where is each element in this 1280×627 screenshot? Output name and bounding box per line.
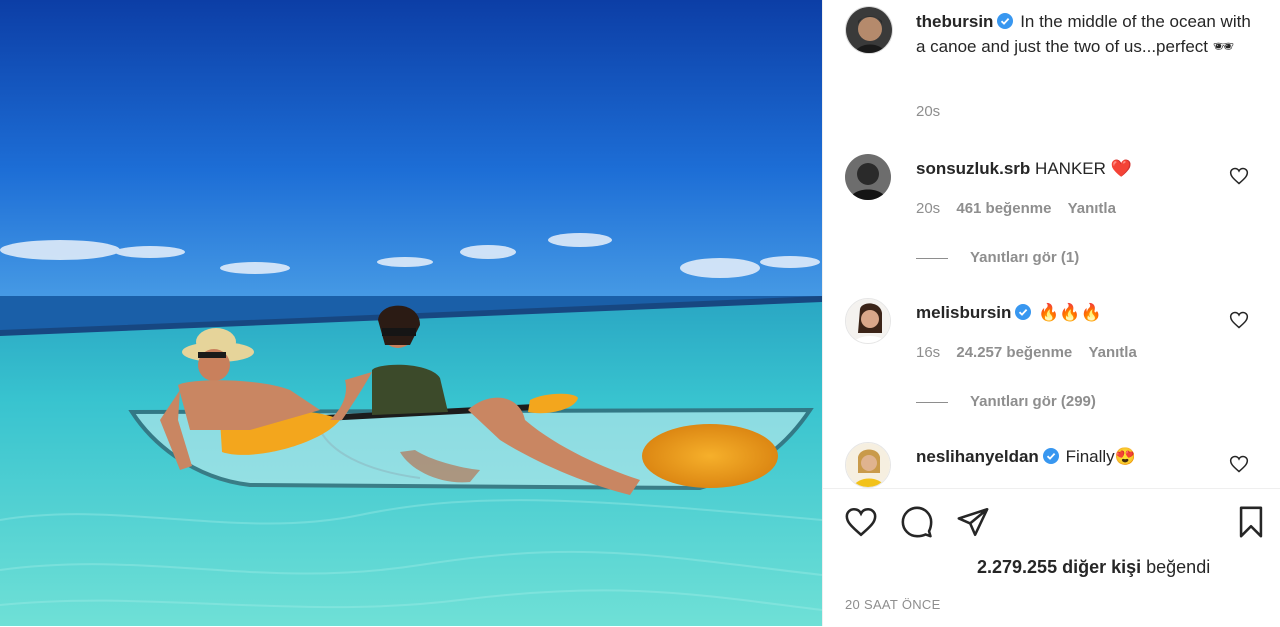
- comment-2-time[interactable]: 16s: [916, 344, 940, 361]
- comment-1-view-replies[interactable]: Yanıtları gör (1): [916, 249, 1079, 266]
- replies-divider: [916, 401, 948, 403]
- comment-1-text: HANKER ❤️: [1035, 159, 1132, 178]
- comment-2-username[interactable]: melisbursin: [916, 303, 1011, 322]
- comment-2: melisbursin 🔥🔥🔥: [916, 300, 1216, 325]
- commenter-avatar-image: [845, 154, 891, 200]
- comment-3-text: Finally😍: [1065, 447, 1136, 466]
- photo-canvas: [0, 0, 822, 626]
- author-avatar[interactable]: [845, 6, 893, 54]
- bookmark-icon[interactable]: [1234, 505, 1268, 539]
- comment-1-like-icon[interactable]: [1229, 166, 1249, 186]
- share-icon[interactable]: [956, 505, 990, 539]
- comment-2-text: 🔥🔥🔥: [1038, 303, 1102, 322]
- comment-1-likes[interactable]: 461 beğenme: [956, 200, 1051, 217]
- commenter-avatar-image: [846, 443, 890, 487]
- comment-1-meta: 20s 461 beğenme Yanıtla: [916, 200, 1116, 217]
- comment-1-time[interactable]: 20s: [916, 200, 940, 217]
- comment-2-like-icon[interactable]: [1229, 310, 1249, 330]
- comment-2-likes[interactable]: 24.257 beğenme: [956, 344, 1072, 361]
- commenter-avatar[interactable]: [845, 154, 891, 200]
- comment-icon[interactable]: [900, 505, 934, 539]
- comment-2-view-replies[interactable]: Yanıtları gör (299): [916, 393, 1096, 410]
- replies-divider: [916, 257, 948, 259]
- comment-2-view-replies-label[interactable]: Yanıtları gör (299): [970, 393, 1096, 410]
- post-caption: thebursin In the middle of the ocean wit…: [916, 9, 1261, 59]
- heart-icon[interactable]: [844, 505, 878, 539]
- likes-count[interactable]: 2.279.255: [977, 557, 1057, 577]
- verified-badge-icon: [1015, 304, 1032, 320]
- likes-summary[interactable]: 2.279.255 diğer kişi beğendi: [977, 557, 1210, 578]
- comment-3-like-icon[interactable]: [1229, 454, 1249, 474]
- comment-1-username[interactable]: sonsuzluk.srb: [916, 159, 1030, 178]
- verified-badge-icon: [1042, 448, 1059, 464]
- comment-3-username[interactable]: neslihanyeldan: [916, 447, 1039, 466]
- likes-suffix[interactable]: diğer kişi: [1062, 557, 1141, 577]
- verified-badge-icon: [997, 13, 1014, 29]
- comment-1-reply[interactable]: Yanıtla: [1068, 200, 1116, 217]
- author-username[interactable]: thebursin: [916, 12, 993, 31]
- post-timestamp[interactable]: 20 SAAT ÖNCE: [845, 597, 941, 612]
- commenter-avatar-image: [846, 299, 890, 343]
- post-time[interactable]: 20s: [916, 103, 940, 120]
- post-side-panel: thebursin In the middle of the ocean wit…: [822, 0, 1280, 627]
- commenter-avatar[interactable]: [845, 442, 891, 488]
- author-avatar-image: [846, 7, 892, 53]
- post-photo[interactable]: [0, 0, 822, 626]
- comment-3: neslihanyeldan Finally😍: [916, 444, 1216, 469]
- comment-2-meta: 16s 24.257 beğenme Yanıtla: [916, 344, 1137, 361]
- likes-verb: beğendi: [1146, 557, 1211, 577]
- comment-2-reply[interactable]: Yanıtla: [1088, 344, 1136, 361]
- comment-1: sonsuzluk.srb HANKER ❤️: [916, 156, 1216, 181]
- comment-1-view-replies-label[interactable]: Yanıtları gör (1): [970, 249, 1079, 266]
- post-actions: 2.279.255 diğer kişi beğendi 20 SAAT ÖNC…: [823, 488, 1280, 627]
- commenter-avatar[interactable]: [845, 298, 891, 344]
